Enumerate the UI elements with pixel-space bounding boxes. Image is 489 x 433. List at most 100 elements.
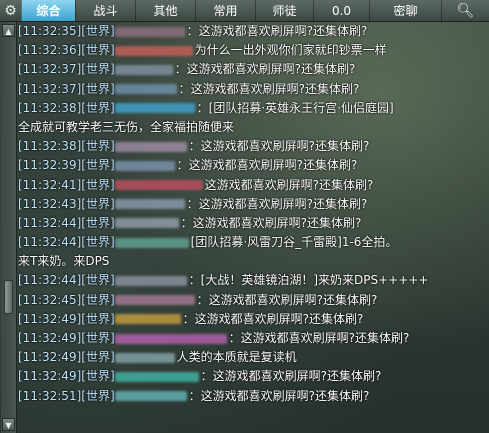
chat-message: ：这游戏都喜欢刷屏啊?还集体刷? xyxy=(188,388,370,403)
chat-line: [11:32:51][世界] ：这游戏都喜欢刷屏啊?还集体刷? xyxy=(18,387,487,406)
player-name-redacted[interactable] xyxy=(114,141,187,152)
chat-message: 全成就可教学老三无伤，全家福拍随便来 xyxy=(18,119,235,134)
player-name-redacted[interactable] xyxy=(114,314,181,325)
chat-channel[interactable]: [世界] xyxy=(81,62,114,76)
chat-message: ：这游戏都喜欢刷屏啊?还集体刷? xyxy=(186,196,368,211)
chat-line: 全成就可教学老三无伤，全家福拍随便来 xyxy=(18,118,487,137)
chat-channel[interactable]: [世界] xyxy=(81,235,114,249)
chat-message: ：这游戏都喜欢刷屏啊?还集体刷? xyxy=(186,24,368,38)
tab-custom[interactable]: 0.0 xyxy=(313,0,369,21)
chat-line: [11:32:45][世界] ：这游戏都喜欢刷屏啊?还集体刷? xyxy=(18,291,487,310)
chat-timestamp: [11:32:44] xyxy=(18,235,82,250)
scrollbar-thumb[interactable] xyxy=(4,280,13,314)
chat-line: [11:32:44][世界] [团队招募·风雷刀谷_千雷殿]1-6全拍。 xyxy=(18,233,487,252)
chat-line: [11:32:49][世界] ：这游戏都喜欢刷屏啊?还集体刷? xyxy=(18,367,487,386)
chat-message: ：这游戏都喜欢刷屏啊?还集体刷? xyxy=(178,81,360,96)
chat-timestamp: [11:32:49] xyxy=(18,331,82,345)
chat-line: [11:32:39][世界] ：这游戏都喜欢刷屏啊?还集体刷? xyxy=(18,156,487,175)
chat-message: 为什么一出外观你们家就印钞票一样 xyxy=(194,43,387,58)
chat-timestamp: [11:32:49] xyxy=(18,369,82,384)
chat-message: ：[大战！英雄镜泊湖！]来奶来DPS+++++ xyxy=(188,273,429,288)
player-name-redacted[interactable] xyxy=(114,45,193,56)
chat-line: [11:32:38][世界] ：[团队招募·英雄永王行宫·仙侣庭园] xyxy=(18,99,487,118)
chat-message: ：这游戏都喜欢刷屏啊?还集体刷? xyxy=(182,311,364,326)
chat-message: ：这游戏都喜欢刷屏啊?还集体刷? xyxy=(188,139,370,154)
chat-timestamp: [11:32:51] xyxy=(18,388,82,403)
chat-message: ：这游戏都喜欢刷屏啊?还集体刷? xyxy=(196,292,378,307)
chat-channel[interactable]: [世界] xyxy=(81,43,114,57)
player-name-redacted[interactable] xyxy=(114,237,189,248)
chat-message: 这游戏都喜欢刷屏啊?还集体刷? xyxy=(204,177,374,192)
chat-line: 来T来奶。来DPS xyxy=(18,252,487,271)
chat-timestamp: [11:32:38] xyxy=(18,100,82,115)
tab-combat[interactable]: 战斗 xyxy=(75,0,135,21)
chat-channel[interactable]: [世界] xyxy=(81,101,114,115)
tab-common[interactable]: 常用 xyxy=(195,0,255,21)
chat-channel[interactable]: [世界] xyxy=(81,216,114,230)
player-name-redacted[interactable] xyxy=(114,26,185,37)
chat-message: 人类的本质就是复读机 xyxy=(176,350,297,365)
player-name-redacted[interactable] xyxy=(114,160,175,171)
chat-channel[interactable]: [世界] xyxy=(81,293,114,307)
chat-channel[interactable]: [世界] xyxy=(81,331,114,345)
chat-message: ：这游戏都喜欢刷屏啊?还集体刷? xyxy=(180,215,362,230)
chat-channel[interactable]: [世界] xyxy=(81,350,114,364)
tab-mentor[interactable]: 师徒 xyxy=(255,0,313,21)
chat-timestamp: [11:32:44] xyxy=(18,215,82,230)
chat-timestamp: [11:32:49] xyxy=(18,350,82,365)
tab-private-chat[interactable]: 密聊 xyxy=(369,0,441,21)
search-icon[interactable]: 🔍︎ xyxy=(441,0,489,21)
chat-line: [11:32:43][世界] ：这游戏都喜欢刷屏啊?还集体刷? xyxy=(18,195,487,214)
chat-channel[interactable]: [世界] xyxy=(81,312,114,326)
player-name-redacted[interactable] xyxy=(114,84,177,95)
chat-timestamp: [11:32:44] xyxy=(18,273,82,288)
chat-line: [11:32:44][世界] ：这游戏都喜欢刷屏啊?还集体刷? xyxy=(18,214,487,233)
chat-line: [11:32:37][世界] ：这游戏都喜欢刷屏啊?还集体刷? xyxy=(18,80,487,99)
chat-channel[interactable]: [世界] xyxy=(81,273,114,287)
chat-timestamp: [11:32:37] xyxy=(18,81,82,96)
chat-channel[interactable]: [世界] xyxy=(81,24,114,38)
scroll-down-arrow-icon[interactable]: ▼ xyxy=(2,418,15,431)
scroll-up-arrow-icon[interactable]: ▲ xyxy=(2,24,15,37)
chat-line: [11:32:41][世界] 这游戏都喜欢刷屏啊?还集体刷? xyxy=(18,176,487,195)
player-name-redacted[interactable] xyxy=(114,103,195,114)
chat-timestamp: [11:32:45] xyxy=(18,292,82,307)
chat-channel[interactable]: [世界] xyxy=(81,178,114,192)
chat-channel[interactable]: [世界] xyxy=(81,389,114,403)
chat-log: [11:32:35][世界] ：这游戏都喜欢刷屏啊?还集体刷? [11:32:36]… xyxy=(18,22,487,433)
player-name-redacted[interactable] xyxy=(114,371,199,382)
chat-timestamp: [11:32:35] xyxy=(18,24,82,38)
chat-message: ：这游戏都喜欢刷屏啊?还集体刷? xyxy=(176,158,358,173)
chat-channel[interactable]: [世界] xyxy=(81,369,114,383)
chat-line: [11:32:36][世界] 为什么一出外观你们家就印钞票一样 xyxy=(18,41,487,60)
chat-scrollbar[interactable]: ▲ ▼ xyxy=(1,22,17,433)
player-name-redacted[interactable] xyxy=(114,352,175,363)
tab-other[interactable]: 其他 xyxy=(135,0,195,21)
gear-icon[interactable]: ⚙ xyxy=(0,0,21,21)
chat-channel[interactable]: [世界] xyxy=(81,158,114,172)
chat-message: [团队招募·风雷刀谷_千雷殿]1-6全拍。 xyxy=(190,235,398,250)
player-name-redacted[interactable] xyxy=(114,199,185,210)
chat-channel[interactable]: [世界] xyxy=(81,82,114,96)
chat-message: ：这游戏都喜欢刷屏啊?还集体刷? xyxy=(228,331,410,345)
tab-general[interactable]: 综合 xyxy=(21,0,75,21)
chat-tab-bar: ⚙ 综合 战斗 其他 常用 师徒 0.0 密聊 🔍︎ xyxy=(0,0,489,22)
player-name-redacted[interactable] xyxy=(114,295,195,306)
chat-message: ：这游戏都喜欢刷屏啊?还集体刷? xyxy=(200,369,382,384)
chat-channel[interactable]: [世界] xyxy=(81,197,114,211)
player-name-redacted[interactable] xyxy=(114,218,179,229)
chat-timestamp: [11:32:36] xyxy=(18,43,82,58)
player-name-redacted[interactable] xyxy=(114,275,187,286)
chat-line: [11:32:44][世界] ：[大战！英雄镜泊湖！]来奶来DPS+++++ xyxy=(18,271,487,290)
chat-message: ：这游戏都喜欢刷屏啊?还集体刷? xyxy=(174,62,356,77)
chat-channel[interactable]: [世界] xyxy=(81,139,114,153)
chat-line: [11:32:49][世界] 人类的本质就是复读机 xyxy=(18,348,487,367)
chat-line: [11:32:49][世界] ：这游戏都喜欢刷屏啊?还集体刷? xyxy=(18,310,487,329)
chat-line: [11:32:49][世界] ：这游戏都喜欢刷屏啊?还集体刷? xyxy=(18,329,487,348)
player-name-redacted[interactable] xyxy=(114,333,227,344)
player-name-redacted[interactable] xyxy=(114,180,203,190)
chat-timestamp: [11:32:49] xyxy=(18,311,82,326)
player-name-redacted[interactable] xyxy=(114,391,187,402)
player-name-redacted[interactable] xyxy=(114,64,173,75)
chat-timestamp: [11:32:37] xyxy=(18,62,82,77)
